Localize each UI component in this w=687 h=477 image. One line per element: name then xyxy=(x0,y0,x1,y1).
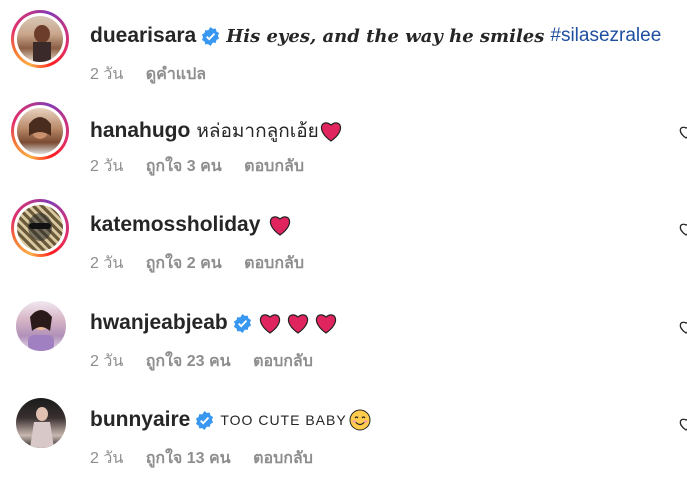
avatar[interactable] xyxy=(11,10,69,68)
reply-button[interactable]: ตอบกลับ xyxy=(244,158,304,175)
heart-like-icon[interactable] xyxy=(678,319,687,335)
avatar[interactable] xyxy=(16,398,66,448)
comment-item: hwanjeabjeab 2 วัน ถูกใจ 23 คน ตอบกลับ xyxy=(0,297,687,394)
comment-item: bunnyaire TOO CUTE BABY 2 วัน ถูกใจ 13 ค… xyxy=(0,394,687,477)
comment-text: หล่อมากลูกเอ้ย xyxy=(196,121,319,142)
username[interactable]: katemossholiday xyxy=(90,213,260,237)
avatar[interactable] xyxy=(11,102,69,160)
likes-count[interactable]: ถูกใจ 2 คน xyxy=(146,255,222,272)
reply-button[interactable]: ตอบกลับ xyxy=(253,450,313,467)
username[interactable]: hanahugo xyxy=(90,119,190,143)
comment-time[interactable]: 2 วัน xyxy=(90,255,123,272)
avatar[interactable] xyxy=(16,301,66,351)
hashtag-link[interactable]: #silasezralee xyxy=(550,25,661,47)
heart-like-icon[interactable] xyxy=(678,221,687,237)
heart-emoji-icon xyxy=(270,216,291,236)
heart-emoji-icon xyxy=(315,314,336,334)
see-translation-button[interactable]: ดูคำแปล xyxy=(146,66,206,83)
likes-count[interactable]: ถูกใจ 23 คน xyxy=(146,353,231,370)
username[interactable]: duearisara xyxy=(90,24,196,48)
reply-button[interactable]: ตอบกลับ xyxy=(244,255,304,272)
heart-emoji-icon xyxy=(320,122,341,142)
comment-time[interactable]: 2 วัน xyxy=(90,353,123,370)
likes-count[interactable]: ถูกใจ 3 คน xyxy=(146,158,222,175)
heart-emoji-icon xyxy=(259,314,280,334)
comment-text: His eyes, and the way he smiles xyxy=(226,25,545,47)
avatar[interactable] xyxy=(11,199,69,257)
likes-count[interactable]: ถูกใจ 13 คน xyxy=(146,450,231,467)
comment-text: TOO CUTE BABY xyxy=(220,412,347,428)
heart-emoji-icon xyxy=(287,314,308,334)
verified-badge-icon xyxy=(196,410,214,430)
reply-button[interactable]: ตอบกลับ xyxy=(253,353,313,370)
smiling-face-emoji-icon xyxy=(349,409,371,431)
username[interactable]: hwanjeabjeab xyxy=(90,311,228,335)
comment-time[interactable]: 2 วัน xyxy=(90,158,123,175)
heart-like-icon[interactable] xyxy=(678,124,687,140)
comment-item: katemossholiday 2 วัน ถูกใจ 2 คน ตอบกลับ xyxy=(0,199,687,296)
comment-item: duearisara His eyes, and the way he smil… xyxy=(0,10,687,107)
comment-time[interactable]: 2 วัน xyxy=(90,450,123,467)
verified-badge-icon xyxy=(202,26,220,46)
comment-item: hanahugo หล่อมากลูกเอ้ย 2 วัน ถูกใจ 3 คน… xyxy=(0,102,687,199)
verified-badge-icon xyxy=(233,313,251,333)
comment-time[interactable]: 2 วัน xyxy=(90,66,123,83)
username[interactable]: bunnyaire xyxy=(90,408,190,432)
heart-like-icon[interactable] xyxy=(678,416,687,432)
